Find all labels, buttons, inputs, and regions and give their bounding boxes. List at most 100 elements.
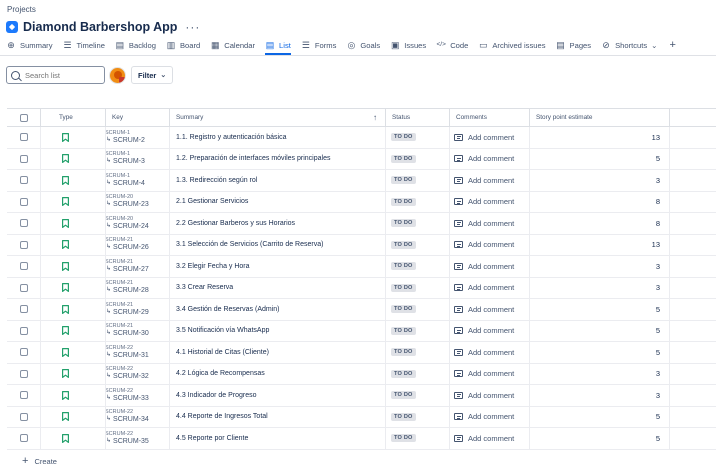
table-row[interactable]: SCRUM-22 ↳ SCRUM-31 4.1 Historial de Citas … (7, 342, 716, 364)
issue-key-link[interactable]: ↳ SCRUM-31 (106, 351, 149, 360)
issue-key-link[interactable]: ↳ SCRUM-35 (106, 437, 149, 446)
row-checkbox[interactable] (19, 305, 28, 314)
table-row[interactable]: SCRUM-21 ↳ SCRUM-30 3.5 Notificación vía Wh… (7, 320, 716, 342)
row-checkbox[interactable] (19, 412, 28, 421)
summary-cell[interactable]: 4.2 Lógica de Recompensas (170, 363, 386, 384)
estimate-cell[interactable]: 3 (530, 385, 670, 406)
summary-cell[interactable]: 3.2 Elegir Fecha y Hora (170, 256, 386, 277)
row-checkbox[interactable] (19, 133, 28, 142)
tab-issues[interactable]: ▣ Issues (390, 37, 426, 53)
add-comment-button[interactable]: Add comment (450, 191, 530, 212)
status-badge[interactable]: TO DO (391, 219, 416, 228)
table-row[interactable]: SCRUM-1 ↳ SCRUM-2 1.1. Registro y autentica… (7, 127, 716, 149)
tab-archived-issues[interactable]: ▭ Archived issues (478, 37, 545, 53)
estimate-cell[interactable]: 5 (530, 428, 670, 449)
table-row[interactable]: SCRUM-22 ↳ SCRUM-33 4.3 Indicador de Progre… (7, 385, 716, 407)
row-checkbox[interactable] (19, 326, 28, 335)
estimate-cell[interactable]: 5 (530, 342, 670, 363)
status-badge[interactable]: TO DO (391, 348, 416, 357)
summary-cell[interactable]: 3.4 Gestión de Reservas (Admin) (170, 299, 386, 320)
avatar[interactable] (109, 66, 126, 84)
select-all-checkbox[interactable] (19, 113, 28, 122)
add-comment-button[interactable]: Add comment (450, 385, 530, 406)
table-row[interactable]: SCRUM-20 ↳ SCRUM-23 2.1 Gestionar Servicios… (7, 191, 716, 213)
issue-key-link[interactable]: ↳ SCRUM-34 (106, 415, 149, 424)
estimate-cell[interactable]: 5 (530, 320, 670, 341)
estimate-cell[interactable]: 3 (530, 363, 670, 384)
add-comment-button[interactable]: Add comment (450, 256, 530, 277)
tab-code[interactable]: </> Code (436, 37, 468, 53)
row-checkbox[interactable] (19, 369, 28, 378)
summary-cell[interactable]: 3.1 Selección de Servicios (Carrito de R… (170, 234, 386, 255)
estimate-cell[interactable]: 8 (530, 213, 670, 234)
add-comment-button[interactable]: Add comment (450, 213, 530, 234)
row-checkbox[interactable] (19, 262, 28, 271)
tab-forms[interactable]: ☰ Forms (301, 37, 337, 53)
issue-key-link[interactable]: ↳ SCRUM-30 (106, 329, 149, 338)
column-header-comments[interactable]: Comments (450, 109, 530, 126)
summary-cell[interactable]: 2.2 Gestionar Barberos y sus Horarios (170, 213, 386, 234)
tab-board[interactable]: ▥ Board (166, 37, 201, 53)
summary-cell[interactable]: 3.5 Notificación vía WhatsApp (170, 320, 386, 341)
summary-cell[interactable]: 4.1 Historial de Citas (Cliente) (170, 342, 386, 363)
column-header-type[interactable]: Type (41, 109, 106, 126)
add-comment-button[interactable]: Add comment (450, 277, 530, 298)
table-row[interactable]: SCRUM-1 ↳ SCRUM-4 1.3. Redirección según ro… (7, 170, 716, 192)
tab-goals[interactable]: ◎ Goals (346, 37, 380, 53)
table-row[interactable]: SCRUM-22 ↳ SCRUM-34 4.4 Reporte de Ingresos… (7, 406, 716, 428)
add-comment-button[interactable]: Add comment (450, 406, 530, 427)
issue-key-link[interactable]: ↳ SCRUM-28 (106, 286, 149, 295)
row-checkbox[interactable] (19, 197, 28, 206)
issue-key-link[interactable]: ↳ SCRUM-4 (106, 179, 145, 188)
status-badge[interactable]: TO DO (391, 434, 416, 443)
tab-timeline[interactable]: ☰ Timeline (63, 37, 104, 53)
tab-shortcuts[interactable]: ⊘ Shortcuts ⌄ (601, 37, 657, 53)
breadcrumb[interactable]: Projects (7, 5, 36, 14)
issue-key-link[interactable]: ↳ SCRUM-2 (106, 136, 145, 145)
search-input[interactable] (25, 70, 95, 80)
add-tab-button[interactable]: + (670, 39, 676, 51)
status-badge[interactable]: TO DO (391, 412, 416, 421)
table-row[interactable]: SCRUM-1 ↳ SCRUM-3 1.2. Preparación de inter… (7, 148, 716, 170)
row-checkbox[interactable] (19, 240, 28, 249)
summary-cell[interactable]: 4.4 Reporte de Ingresos Total (170, 406, 386, 427)
estimate-cell[interactable]: 5 (530, 299, 670, 320)
summary-cell[interactable]: 1.3. Redirección según rol (170, 170, 386, 191)
row-checkbox[interactable] (19, 219, 28, 228)
add-comment-button[interactable]: Add comment (450, 363, 530, 384)
status-badge[interactable]: TO DO (391, 240, 416, 249)
more-actions-button[interactable]: ··· (185, 21, 200, 33)
table-row[interactable]: SCRUM-22 ↳ SCRUM-35 4.5 Reporte por Cliente… (7, 428, 716, 450)
issue-key-link[interactable]: ↳ SCRUM-24 (106, 222, 149, 231)
status-badge[interactable]: TO DO (391, 391, 416, 400)
table-row[interactable]: SCRUM-21 ↳ SCRUM-28 3.3 Crear Reserva TO DO A… (7, 277, 716, 299)
status-badge[interactable]: TO DO (391, 305, 416, 314)
row-checkbox[interactable] (19, 283, 28, 292)
tab-backlog[interactable]: ▤ Backlog (115, 37, 156, 53)
column-header-key[interactable]: Key (106, 109, 170, 126)
add-comment-button[interactable]: Add comment (450, 170, 530, 191)
status-badge[interactable]: TO DO (391, 154, 416, 163)
table-row[interactable]: SCRUM-21 ↳ SCRUM-26 3.1 Selección de Servic… (7, 234, 716, 256)
table-row[interactable]: SCRUM-20 ↳ SCRUM-24 2.2 Gestionar Barberos … (7, 213, 716, 235)
add-comment-button[interactable]: Add comment (450, 234, 530, 255)
table-row[interactable]: SCRUM-21 ↳ SCRUM-29 3.4 Gestión de Reservas… (7, 299, 716, 321)
issue-key-link[interactable]: ↳ SCRUM-33 (106, 394, 149, 403)
column-header-status[interactable]: Status (386, 109, 450, 126)
row-checkbox[interactable] (19, 154, 28, 163)
status-badge[interactable]: TO DO (391, 369, 416, 378)
add-comment-button[interactable]: Add comment (450, 127, 530, 148)
status-badge[interactable]: TO DO (391, 197, 416, 206)
create-button[interactable]: + Create (22, 456, 57, 467)
status-badge[interactable]: TO DO (391, 283, 416, 292)
summary-cell[interactable]: 4.3 Indicador de Progreso (170, 385, 386, 406)
estimate-cell[interactable]: 5 (530, 148, 670, 169)
filter-button[interactable]: Filter ⌄ (131, 66, 174, 84)
column-header-estimate[interactable]: Story point estimate (530, 109, 670, 126)
row-checkbox[interactable] (19, 348, 28, 357)
column-header-summary[interactable]: Summary ↑ (170, 109, 386, 126)
issue-key-link[interactable]: ↳ SCRUM-26 (106, 243, 149, 252)
summary-cell[interactable]: 2.1 Gestionar Servicios (170, 191, 386, 212)
row-checkbox[interactable] (19, 391, 28, 400)
estimate-cell[interactable]: 13 (530, 234, 670, 255)
